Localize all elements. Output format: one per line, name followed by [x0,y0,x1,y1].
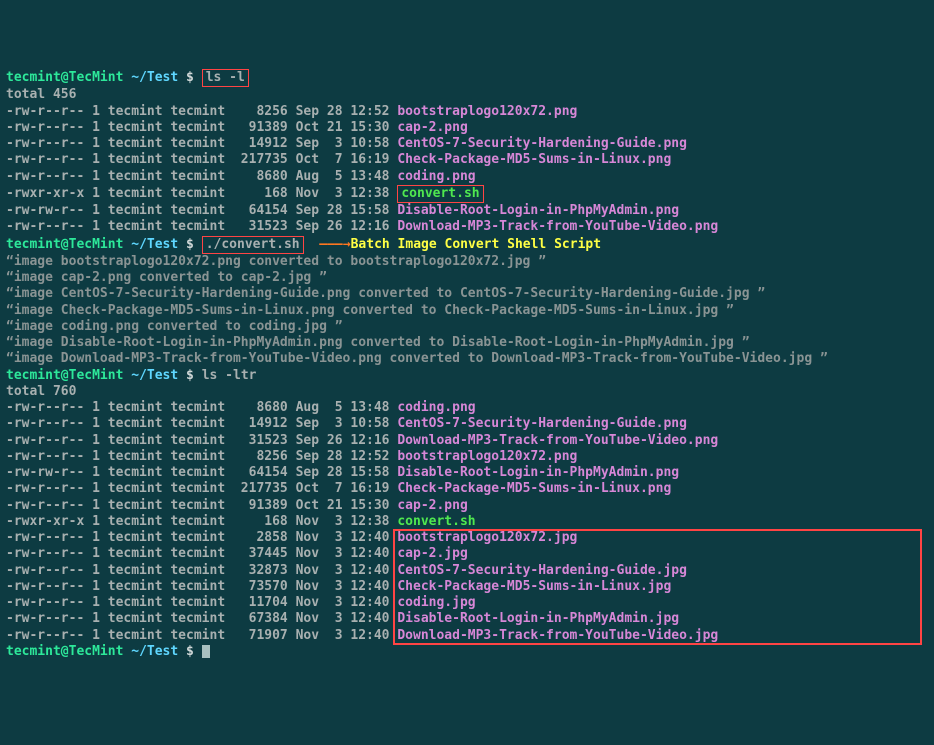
file-meta: -rw-r--r-- 1 tecmint tecmint 14912 Sep 3… [6,416,397,431]
command-convert-sh: ./convert.sh [206,237,300,252]
output-message: “image Disable-Root-Login-in-PhpMyAdmin.… [6,335,928,351]
list-row: -rw-r--r-- 1 tecmint tecmint 11704 Nov 3… [6,595,928,611]
terminal-output[interactable]: tecmint@TecMint ~/Test $ ls -ltotal 456-… [6,69,928,660]
file-meta: -rw-r--r-- 1 tecmint tecmint 71907 Nov 3… [6,628,397,643]
list-row: -rw-r--r-- 1 tecmint tecmint 91389 Oct 2… [6,498,928,514]
prompt-at: @ [61,70,69,85]
file-meta: -rw-r--r-- 1 tecmint tecmint 67384 Nov 3… [6,611,397,626]
file-name: CentOS-7-Security-Hardening-Guide.png [397,136,687,151]
file-name: cap-2.jpg [397,546,467,561]
file-name: Disable-Root-Login-in-PhpMyAdmin.png [397,203,679,218]
file-meta: -rw-r--r-- 1 tecmint tecmint 8256 Sep 28… [6,449,397,464]
output-message: “image CentOS-7-Security-Hardening-Guide… [6,286,928,302]
file-name: bootstraplogo120x72.jpg [397,530,577,545]
prompt-line-1: tecmint@TecMint ~/Test $ ls -l [6,69,928,87]
prompt-line-2: tecmint@TecMint ~/Test $ ./convert.sh ——… [6,236,928,254]
file-meta: -rw-r--r-- 1 tecmint tecmint 217735 Oct … [6,481,397,496]
list-row: -rw-r--r-- 1 tecmint tecmint 31523 Sep 2… [6,219,928,235]
file-name: Disable-Root-Login-in-PhpMyAdmin.jpg [397,611,679,626]
prompt-host: TecMint [69,70,124,85]
list-row: -rw-r--r-- 1 tecmint tecmint 37445 Nov 3… [6,546,928,562]
file-meta: -rw-r--r-- 1 tecmint tecmint 73570 Nov 3… [6,579,397,594]
list-row: -rw-r--r-- 1 tecmint tecmint 91389 Oct 2… [6,120,928,136]
prompt-line-3: tecmint@TecMint ~/Test $ ls -ltr [6,368,928,384]
list-row: -rw-r--r-- 1 tecmint tecmint 14912 Sep 3… [6,136,928,152]
file-meta: -rw-r--r-- 1 tecmint tecmint 91389 Oct 2… [6,498,397,513]
output-message: “image coding.png converted to coding.jp… [6,319,928,335]
list-row: -rw-r--r-- 1 tecmint tecmint 217735 Oct … [6,152,928,168]
file-name: coding.jpg [397,595,475,610]
arrow-icon: ———→ [319,237,350,252]
output-message: “image Download-MP3-Track-from-YouTube-V… [6,351,928,367]
file-meta: -rw-r--r-- 1 tecmint tecmint 217735 Oct … [6,152,397,167]
prompt-path: ~/Test [131,70,178,85]
list-row: -rw-r--r-- 1 tecmint tecmint 8680 Aug 5 … [6,169,928,185]
cursor-icon [202,645,210,658]
list-row: -rw-rw-r-- 1 tecmint tecmint 64154 Sep 2… [6,465,928,481]
highlight-cmd-convert: ./convert.sh [202,236,304,254]
list-row: -rwxr-xr-x 1 tecmint tecmint 168 Nov 3 1… [6,185,928,203]
file-meta: -rw-r--r-- 1 tecmint tecmint 14912 Sep 3… [6,136,397,151]
list-row: -rw-rw-r-- 1 tecmint tecmint 64154 Sep 2… [6,203,928,219]
file-name: CentOS-7-Security-Hardening-Guide.jpg [397,563,687,578]
list-row: -rw-r--r-- 1 tecmint tecmint 8256 Sep 28… [6,104,928,120]
list-row: -rwxr-xr-x 1 tecmint tecmint 168 Nov 3 1… [6,514,928,530]
file-meta: -rwxr-xr-x 1 tecmint tecmint 168 Nov 3 1… [6,186,397,201]
list-row: -rw-r--r-- 1 tecmint tecmint 67384 Nov 3… [6,611,928,627]
file-name: cap-2.png [397,120,467,135]
file-meta: -rw-rw-r-- 1 tecmint tecmint 64154 Sep 2… [6,203,397,218]
file-name: cap-2.png [397,498,467,513]
list-row: -rw-r--r-- 1 tecmint tecmint 71907 Nov 3… [6,628,928,644]
file-name: Check-Package-MD5-Sums-in-Linux.png [397,152,671,167]
file-name: Download-MP3-Track-from-YouTube-Video.pn… [397,433,718,448]
file-meta: -rw-r--r-- 1 tecmint tecmint 32873 Nov 3… [6,563,397,578]
list-row: -rw-r--r-- 1 tecmint tecmint 73570 Nov 3… [6,579,928,595]
file-name: CentOS-7-Security-Hardening-Guide.png [397,416,687,431]
file-name: convert.sh [397,514,475,529]
command-ls-ltr: ls -ltr [202,368,257,383]
list-row: -rw-r--r-- 1 tecmint tecmint 2858 Nov 3 … [6,530,928,546]
output-message: “image Check-Package-MD5-Sums-in-Linux.p… [6,303,928,319]
list-row: -rw-r--r-- 1 tecmint tecmint 8680 Aug 5 … [6,400,928,416]
prompt-user: tecmint [6,70,61,85]
annotation-label: Batch Image Convert Shell Script [351,237,601,252]
file-meta: -rw-rw-r-- 1 tecmint tecmint 64154 Sep 2… [6,465,397,480]
file-name: Check-Package-MD5-Sums-in-Linux.png [397,481,671,496]
file-meta: -rw-r--r-- 1 tecmint tecmint 8680 Aug 5 … [6,400,397,415]
file-name: bootstraplogo120x72.png [397,104,577,119]
list-row: -rw-r--r-- 1 tecmint tecmint 14912 Sep 3… [6,416,928,432]
highlight-file: convert.sh [397,185,483,203]
command-ls-l: ls -l [206,70,245,85]
file-meta: -rw-r--r-- 1 tecmint tecmint 8256 Sep 28… [6,104,397,119]
file-name: Disable-Root-Login-in-PhpMyAdmin.png [397,465,679,480]
total-line-1: total 456 [6,87,928,103]
highlight-cmd-ls: ls -l [202,69,249,87]
list-row: -rw-r--r-- 1 tecmint tecmint 32873 Nov 3… [6,563,928,579]
list-row: -rw-r--r-- 1 tecmint tecmint 8256 Sep 28… [6,449,928,465]
output-message: “image cap-2.png converted to cap-2.jpg … [6,270,928,286]
file-name: Download-MP3-Track-from-YouTube-Video.jp… [397,628,718,643]
file-meta: -rw-r--r-- 1 tecmint tecmint 37445 Nov 3… [6,546,397,561]
file-meta: -rw-r--r-- 1 tecmint tecmint 8680 Aug 5 … [6,169,397,184]
file-name: Download-MP3-Track-from-YouTube-Video.pn… [397,219,718,234]
file-name: coding.png [397,400,475,415]
output-message: “image bootstraplogo120x72.png converted… [6,254,928,270]
total-line-2: total 760 [6,384,928,400]
list-row: -rw-r--r-- 1 tecmint tecmint 217735 Oct … [6,481,928,497]
file-name: bootstraplogo120x72.png [397,449,577,464]
list-row: -rw-r--r-- 1 tecmint tecmint 31523 Sep 2… [6,433,928,449]
file-meta: -rw-r--r-- 1 tecmint tecmint 31523 Sep 2… [6,219,397,234]
file-name: convert.sh [401,186,479,201]
file-name: Check-Package-MD5-Sums-in-Linux.jpg [397,579,671,594]
file-meta: -rw-r--r-- 1 tecmint tecmint 91389 Oct 2… [6,120,397,135]
file-meta: -rw-r--r-- 1 tecmint tecmint 31523 Sep 2… [6,433,397,448]
file-meta: -rw-r--r-- 1 tecmint tecmint 2858 Nov 3 … [6,530,397,545]
prompt-line-4[interactable]: tecmint@TecMint ~/Test $ [6,644,928,660]
prompt-dollar: $ [186,70,194,85]
file-meta: -rw-r--r-- 1 tecmint tecmint 11704 Nov 3… [6,595,397,610]
file-meta: -rwxr-xr-x 1 tecmint tecmint 168 Nov 3 1… [6,514,397,529]
file-name: coding.png [397,169,475,184]
